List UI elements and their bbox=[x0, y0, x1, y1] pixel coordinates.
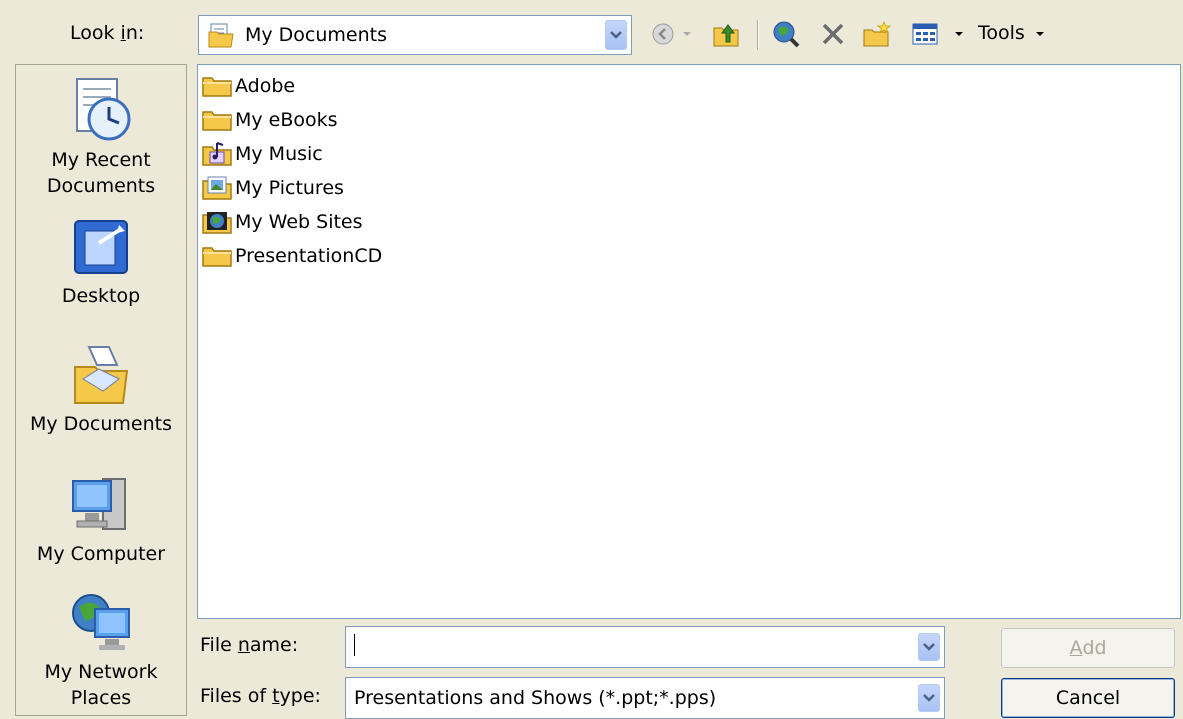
list-item[interactable]: Adobe bbox=[201, 71, 295, 101]
file-name: My Pictures bbox=[235, 177, 344, 199]
file-list[interactable]: Adobe My eBooks My Music My Pictures My … bbox=[197, 64, 1181, 619]
my-computer-icon bbox=[72, 478, 126, 530]
files-of-type-value: Presentations and Shows (*.ppt;*.pps) bbox=[354, 687, 717, 709]
file-name-label: File name: bbox=[200, 634, 299, 656]
search-web-icon[interactable] bbox=[771, 19, 801, 49]
look-in-label: Look in: bbox=[70, 22, 145, 44]
file-name: My Web Sites bbox=[235, 211, 363, 233]
my-documents-icon bbox=[74, 346, 129, 404]
views-dropdown-icon[interactable] bbox=[951, 19, 967, 49]
place-desktop[interactable]: Desktop bbox=[16, 215, 186, 309]
network-places-icon bbox=[72, 594, 130, 650]
place-label: Documents bbox=[46, 175, 156, 197]
delete-icon[interactable] bbox=[818, 19, 848, 49]
folder-icon bbox=[202, 247, 232, 267]
up-one-level-icon[interactable] bbox=[712, 19, 742, 49]
chevron-down-icon[interactable] bbox=[918, 633, 940, 661]
list-item[interactable]: My Web Sites bbox=[201, 207, 363, 237]
place-label: Places bbox=[70, 687, 132, 709]
file-name: My eBooks bbox=[235, 109, 338, 131]
tools-dropdown-icon bbox=[1035, 31, 1044, 36]
files-of-type-select[interactable]: Presentations and Shows (*.ppt;*.pps) bbox=[345, 677, 945, 719]
tools-label: Tools bbox=[978, 22, 1025, 44]
file-name: PresentationCD bbox=[235, 245, 383, 267]
desktop-icon bbox=[74, 220, 128, 274]
file-name-input[interactable] bbox=[345, 626, 945, 668]
look-in-value: My Documents bbox=[245, 24, 388, 46]
chevron-down-icon[interactable] bbox=[918, 684, 940, 712]
place-label: Desktop bbox=[61, 285, 141, 307]
list-item[interactable]: My Music bbox=[201, 139, 323, 169]
place-my-recent-documents[interactable]: My Recent Documents bbox=[16, 75, 186, 199]
place-my-network-places[interactable]: My Network Places bbox=[16, 591, 186, 711]
list-item[interactable]: My eBooks bbox=[201, 105, 338, 135]
chevron-down-icon[interactable] bbox=[605, 20, 627, 50]
file-name: Adobe bbox=[235, 75, 296, 97]
place-label: My Computer bbox=[36, 543, 166, 565]
list-item[interactable]: PresentationCD bbox=[201, 241, 382, 271]
place-label: My Network bbox=[44, 661, 158, 683]
my-documents-folder-icon bbox=[207, 21, 235, 49]
add-button[interactable]: Add bbox=[1001, 628, 1175, 668]
files-of-type-label: Files of type: bbox=[200, 685, 321, 707]
back-icon[interactable] bbox=[648, 19, 678, 49]
text-caret bbox=[354, 633, 355, 656]
folder-icon bbox=[202, 111, 232, 131]
cancel-button[interactable]: Cancel bbox=[1001, 678, 1175, 718]
recent-documents-icon bbox=[76, 78, 131, 141]
toolbar-separator bbox=[757, 20, 759, 50]
back-dropdown-icon[interactable] bbox=[680, 19, 694, 49]
place-my-documents[interactable]: My Documents bbox=[16, 343, 186, 437]
web-sites-folder-icon bbox=[202, 212, 232, 234]
views-icon[interactable] bbox=[910, 19, 940, 49]
place-label: My Documents bbox=[29, 413, 172, 435]
pictures-folder-icon bbox=[202, 176, 232, 200]
folder-icon bbox=[202, 77, 232, 97]
file-name-value[interactable] bbox=[354, 633, 918, 661]
file-name: My Music bbox=[235, 143, 323, 165]
place-label: My Recent bbox=[51, 149, 151, 171]
look-in-combo[interactable]: My Documents bbox=[198, 15, 632, 55]
place-my-computer[interactable]: My Computer bbox=[16, 473, 186, 567]
places-bar: My Recent Documents Desktop My Documents… bbox=[15, 64, 187, 716]
new-folder-icon[interactable] bbox=[862, 19, 892, 49]
tools-menu[interactable]: Tools bbox=[978, 22, 1045, 44]
list-item[interactable]: My Pictures bbox=[201, 173, 344, 203]
music-folder-icon bbox=[202, 142, 232, 166]
